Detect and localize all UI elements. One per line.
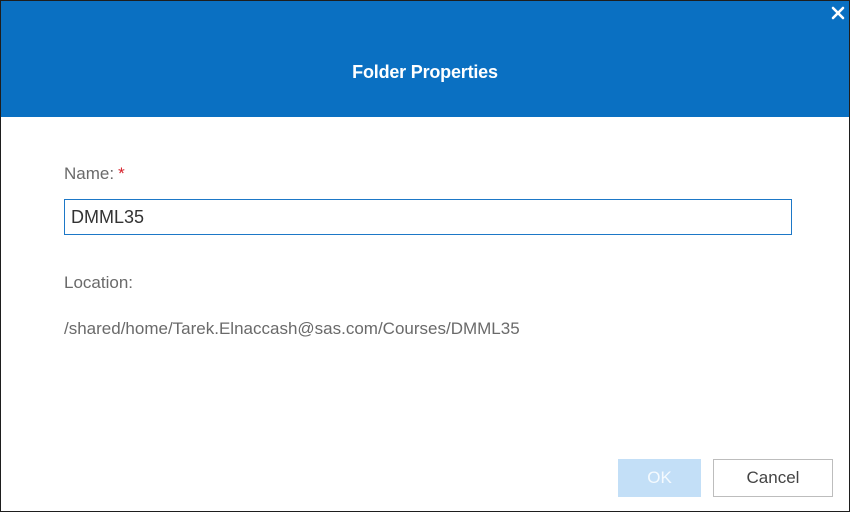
name-label-text: Name: — [64, 164, 115, 183]
name-input[interactable] — [64, 199, 792, 235]
close-icon[interactable] — [829, 4, 847, 22]
required-marker: * — [118, 164, 125, 183]
folder-properties-dialog: Folder Properties Name:* Location: /shar… — [0, 0, 850, 512]
name-field-label: Name: * — [64, 164, 125, 184]
location-label: Location: — [64, 273, 133, 292]
dialog-title: Folder Properties — [352, 62, 498, 82]
ok-button[interactable]: OK — [618, 459, 701, 497]
location-path: /shared/home/Tarek.Elnaccash@sas.com/Cou… — [64, 319, 520, 338]
cancel-button[interactable]: Cancel — [713, 459, 833, 497]
dialog-titlebar: Folder Properties — [1, 1, 849, 117]
